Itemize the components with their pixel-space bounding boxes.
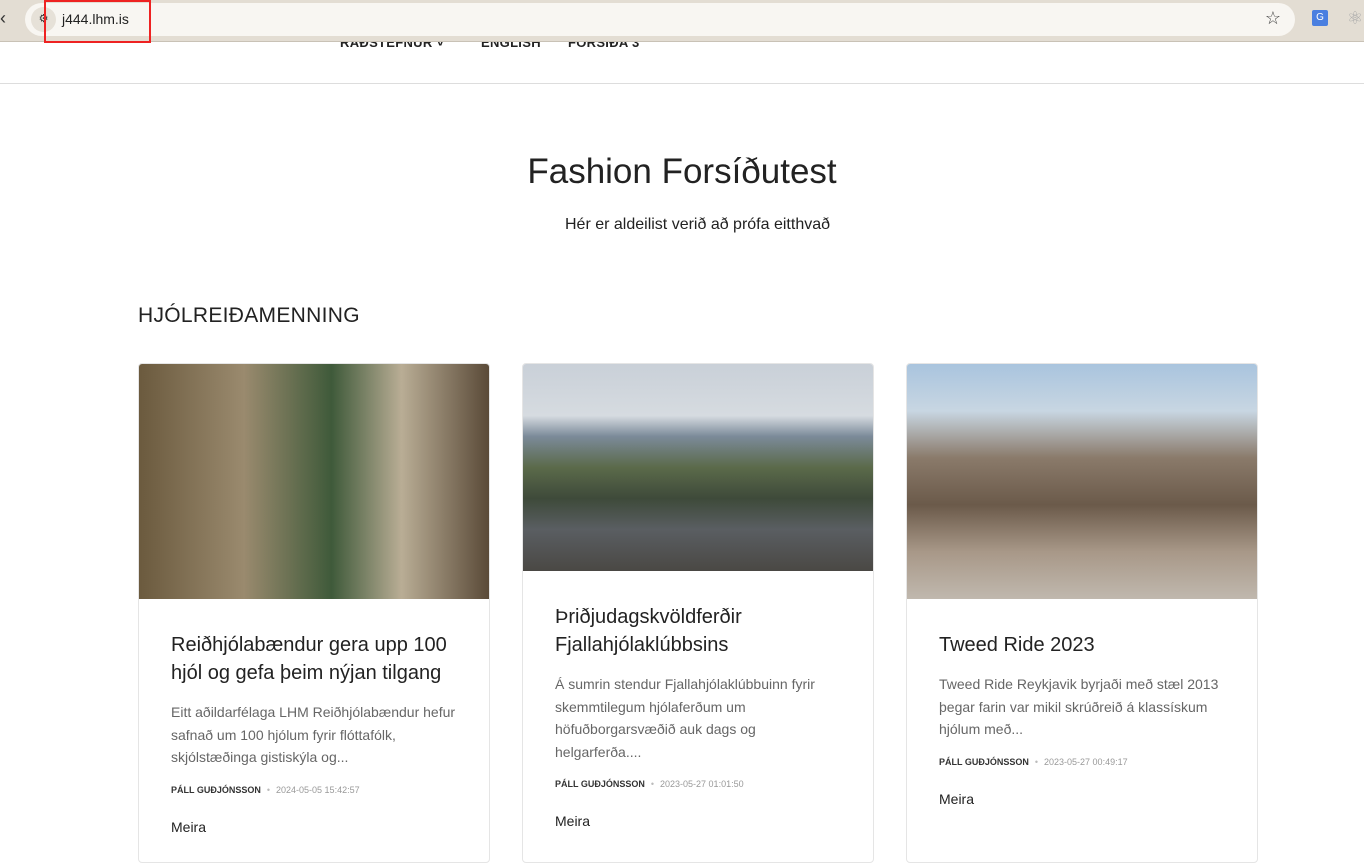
article-title[interactable]: Reiðhjólabændur gera upp 100 hjól og gef… [171,631,457,687]
article-card: Þriðjudagskvöldferðir Fjallahjólaklúbbsi… [522,363,874,863]
site-nav: RÁÐSTEFNUR ˅ ENGLISH FORSÍÐA 3 [0,42,1364,84]
page-title: Fashion Forsíðutest [527,152,837,191]
back-icon[interactable]: ‹ [0,8,6,29]
article-date: 2023-05-27 00:49:17 [1044,756,1128,767]
nav-item-english[interactable]: ENGLISH [481,42,541,50]
nav-item-forsida-3[interactable]: FORSÍÐA 3 [568,42,640,50]
translate-extension-icon[interactable]: G [1312,10,1328,26]
article-image[interactable] [523,364,873,571]
page-subtitle: Hér er aldeilist verið að prófa eitthvað [564,216,831,233]
section-heading: HJÓLREIÐAMENNING [138,304,360,327]
article-author[interactable]: PÁLL GUÐJÓNSSON [555,779,645,789]
react-extension-icon[interactable]: ⚛ [1347,8,1363,29]
site-info-icon[interactable]: ⚙ [31,7,56,32]
article-image[interactable] [139,364,489,599]
article-date: 2023-05-27 01:01:50 [660,779,744,789]
article-author[interactable]: PÁLL GUÐJÓNSSON [939,757,1029,767]
article-excerpt: Eitt aðildarfélaga LHM Reiðhjólabændur h… [171,704,456,765]
article-author[interactable]: PÁLL GUÐJÓNSSON [171,785,261,795]
url-text[interactable]: j444.lhm.is [62,11,129,27]
article-date: 2024-05-05 15:42:57 [276,784,360,795]
address-bar[interactable]: ⚙ j444.lhm.is ☆ [25,3,1295,36]
article-title[interactable]: Þriðjudagskvöldferðir Fjallahjólaklúbbsi… [555,603,841,659]
browser-toolbar: ‹ ⚙ j444.lhm.is ☆ G ⚛ [0,0,1364,42]
article-excerpt: Á sumrin stendur Fjallahjólaklúbbuinn fy… [555,676,815,760]
article-card: Reiðhjólabændur gera upp 100 hjól og gef… [138,363,490,863]
read-more-link[interactable]: Meira [555,813,841,829]
article-excerpt: Tweed Ride Reykjavik byrjaði með stæl 20… [939,676,1219,737]
article-image[interactable] [907,364,1257,599]
article-title[interactable]: Tweed Ride 2023 [939,631,1225,659]
read-more-link[interactable]: Meira [939,791,1225,807]
nav-item-radstefnur[interactable]: RÁÐSTEFNUR ˅ [340,42,444,50]
bookmark-star-icon[interactable]: ☆ [1265,8,1281,29]
read-more-link[interactable]: Meira [171,819,457,835]
article-card: Tweed Ride 2023 Tweed Ride Reykjavik byr… [906,363,1258,863]
